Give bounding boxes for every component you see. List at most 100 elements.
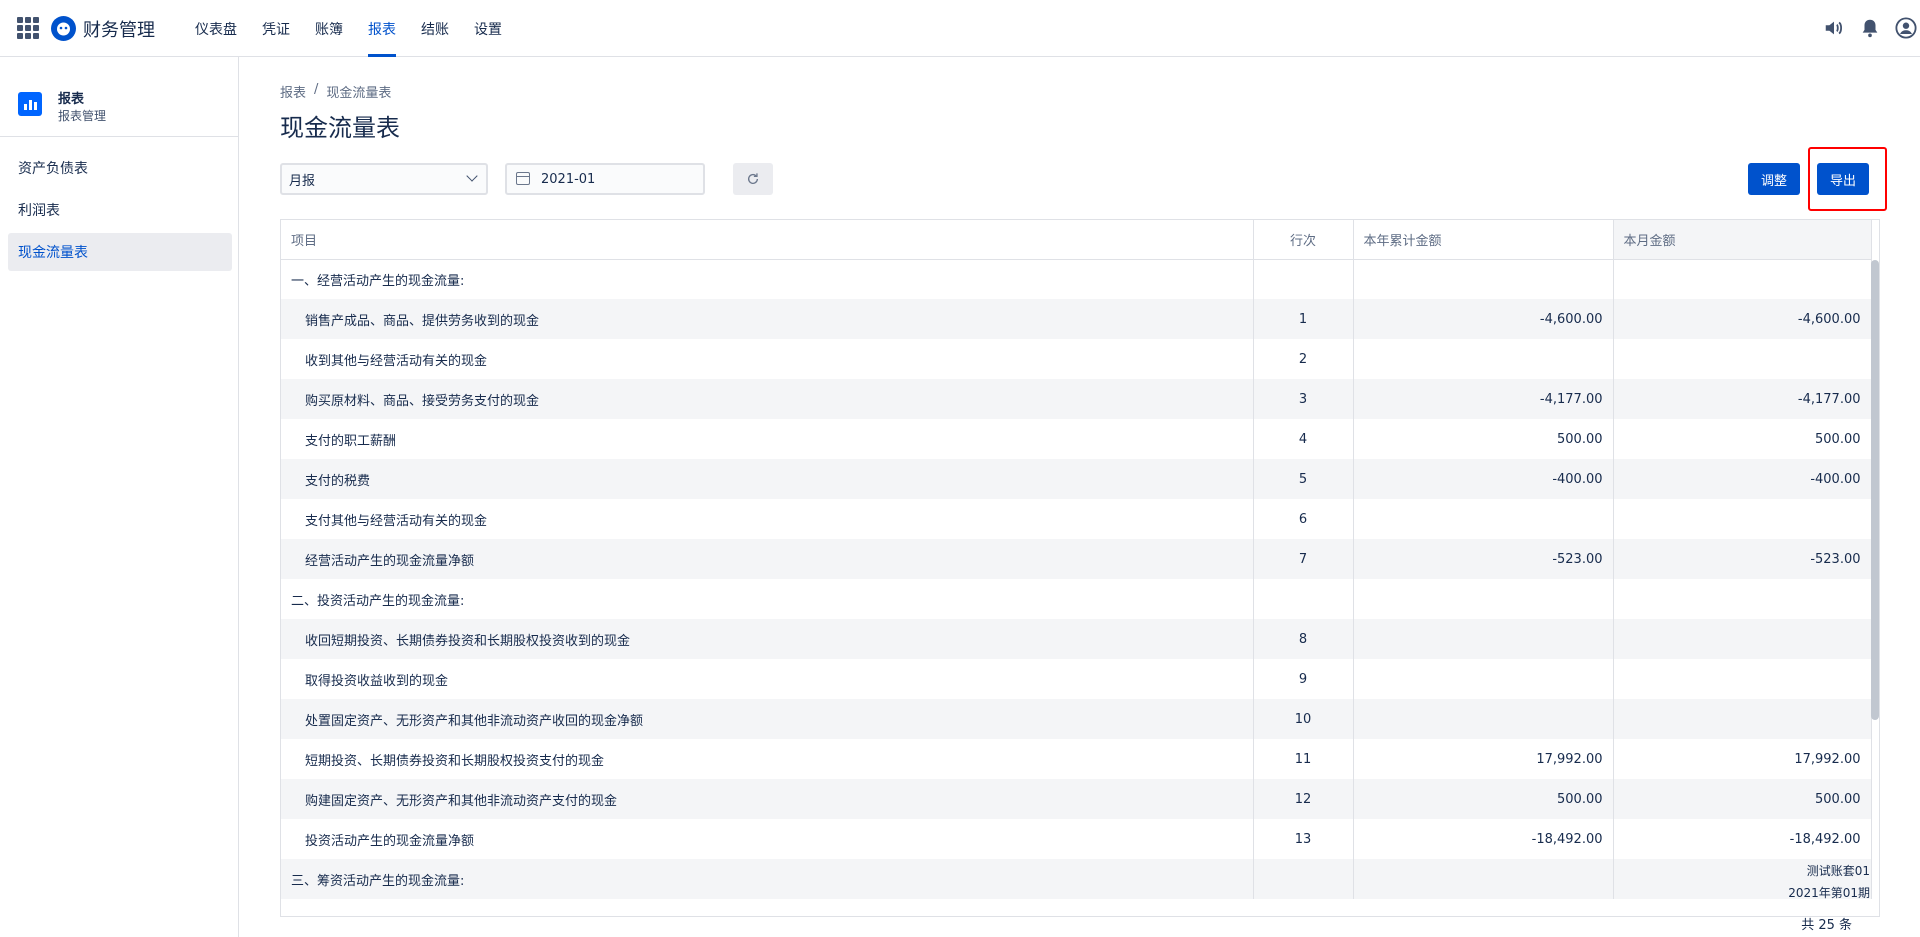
cell-item: 二、投资活动产生的现金流量: bbox=[281, 579, 1254, 619]
table-row: 取得投资收益收到的现金 9 bbox=[281, 659, 1872, 699]
cell-item: 购建固定资产、无形资产和其他非流动资产支付的现金 bbox=[281, 779, 1254, 819]
cell-item: 三、筹资活动产生的现金流量: bbox=[281, 859, 1254, 899]
speaker-icon[interactable] bbox=[1820, 14, 1848, 42]
nav-item-closing[interactable]: 结账 bbox=[413, 0, 457, 57]
main-nav: 仪表盘 凭证 账簿 报表 结账 设置 bbox=[187, 0, 519, 57]
breadcrumb-separator: / bbox=[314, 82, 319, 97]
table-row: 处置固定资产、无形资产和其他非流动资产收回的现金净额 10 bbox=[281, 699, 1872, 739]
footer-period: 2021年第01期 bbox=[1788, 886, 1870, 900]
cell-year bbox=[1353, 859, 1614, 899]
table-row: 支付的税费 5 -400.00 -400.00 bbox=[281, 459, 1872, 499]
period-type-select[interactable]: 月报 bbox=[280, 163, 488, 195]
cell-year: -4,177.00 bbox=[1353, 379, 1614, 419]
sidebar-item-income-statement[interactable]: 利润表 bbox=[8, 191, 232, 229]
cell-item: 取得投资收益收到的现金 bbox=[281, 659, 1254, 699]
refresh-button[interactable] bbox=[733, 163, 773, 195]
footer-account: 测试账套01 bbox=[1806, 864, 1870, 878]
cell-line bbox=[1253, 259, 1354, 299]
breadcrumb-parent[interactable]: 报表 bbox=[280, 82, 306, 101]
table-row: 三、筹资活动产生的现金流量: bbox=[281, 859, 1872, 899]
cell-year: -400.00 bbox=[1353, 459, 1614, 499]
cash-flow-table: 项目 行次 本年累计金额 本月金额 一、经营活动产生的现金流量: 销售产成品、商… bbox=[280, 219, 1880, 917]
cell-month: -4,600.00 bbox=[1613, 299, 1872, 339]
cell-year: -18,492.00 bbox=[1353, 819, 1614, 859]
app-brand-name[interactable]: 财务管理 bbox=[83, 16, 155, 42]
cell-line bbox=[1253, 859, 1354, 899]
cell-year bbox=[1353, 339, 1614, 379]
cell-item: 支付的税费 bbox=[281, 459, 1254, 499]
cell-line: 1 bbox=[1253, 299, 1354, 339]
cell-month bbox=[1613, 659, 1872, 699]
table-row: 收到其他与经营活动有关的现金 2 bbox=[281, 339, 1872, 379]
cell-month bbox=[1613, 499, 1872, 539]
page-title: 现金流量表 bbox=[280, 114, 400, 142]
nav-item-dashboard[interactable]: 仪表盘 bbox=[187, 0, 245, 57]
table-row: 支付其他与经营活动有关的现金 6 bbox=[281, 499, 1872, 539]
cell-month bbox=[1613, 579, 1872, 619]
top-icons bbox=[1812, 14, 1920, 42]
app-switcher-icon[interactable] bbox=[17, 17, 39, 39]
cell-line: 2 bbox=[1253, 339, 1354, 379]
nav-item-settings[interactable]: 设置 bbox=[466, 0, 510, 57]
cell-line: 6 bbox=[1253, 499, 1354, 539]
sidebar-item-balance-sheet[interactable]: 资产负债表 bbox=[8, 149, 232, 187]
cell-month bbox=[1613, 339, 1872, 379]
cell-item: 投资活动产生的现金流量净额 bbox=[281, 819, 1254, 859]
cell-year bbox=[1353, 699, 1614, 739]
cell-line: 10 bbox=[1253, 699, 1354, 739]
table-scrollbar[interactable] bbox=[1871, 260, 1879, 720]
bell-icon[interactable] bbox=[1856, 14, 1884, 42]
cell-item: 处置固定资产、无形资产和其他非流动资产收回的现金净额 bbox=[281, 699, 1254, 739]
cell-line: 8 bbox=[1253, 619, 1354, 659]
table-header-row: 项目 行次 本年累计金额 本月金额 bbox=[281, 220, 1872, 260]
date-value: 2021-01 bbox=[541, 171, 596, 187]
cell-item: 收到其他与经营活动有关的现金 bbox=[281, 339, 1254, 379]
cell-item: 经营活动产生的现金流量净额 bbox=[281, 539, 1254, 579]
cell-month: -4,177.00 bbox=[1613, 379, 1872, 419]
cell-line: 11 bbox=[1253, 739, 1354, 779]
date-picker[interactable]: 2021-01 bbox=[505, 163, 705, 195]
cell-line: 12 bbox=[1253, 779, 1354, 819]
cell-line: 5 bbox=[1253, 459, 1354, 499]
cell-year: -4,600.00 bbox=[1353, 299, 1614, 339]
nav-item-ledgers[interactable]: 账簿 bbox=[307, 0, 351, 57]
footer-total-count: 共 25 条 bbox=[1801, 918, 1852, 933]
table-row: 购建固定资产、无形资产和其他非流动资产支付的现金 12 500.00 500.00 bbox=[281, 779, 1872, 819]
table-row: 二、投资活动产生的现金流量: bbox=[281, 579, 1872, 619]
table-row: 收回短期投资、长期债券投资和长期股权投资收到的现金 8 bbox=[281, 619, 1872, 659]
calendar-icon bbox=[516, 172, 530, 185]
bar-chart-icon bbox=[18, 92, 42, 116]
cell-month: 500.00 bbox=[1613, 779, 1872, 819]
column-header-item: 项目 bbox=[281, 220, 1254, 260]
cell-year: 17,992.00 bbox=[1353, 739, 1614, 779]
column-header-line: 行次 bbox=[1253, 220, 1354, 260]
cell-item: 销售产成品、商品、提供劳务收到的现金 bbox=[281, 299, 1254, 339]
cell-item: 支付其他与经营活动有关的现金 bbox=[281, 499, 1254, 539]
user-avatar-icon[interactable] bbox=[1892, 14, 1920, 42]
nav-item-reports[interactable]: 报表 bbox=[360, 0, 404, 57]
cell-month: -523.00 bbox=[1613, 539, 1872, 579]
cell-month: -400.00 bbox=[1613, 459, 1872, 499]
table-row: 经营活动产生的现金流量净额 7 -523.00 -523.00 bbox=[281, 539, 1872, 579]
period-type-value: 月报 bbox=[289, 173, 316, 189]
breadcrumb-current[interactable]: 现金流量表 bbox=[326, 82, 391, 101]
sidebar-item-cash-flow[interactable]: 现金流量表 bbox=[8, 233, 232, 271]
table-row: 一、经营活动产生的现金流量: bbox=[281, 259, 1872, 299]
adjust-button[interactable]: 调整 bbox=[1748, 163, 1801, 195]
cell-year bbox=[1353, 619, 1614, 659]
column-header-month: 本月金额 bbox=[1613, 220, 1872, 260]
chevron-down-icon bbox=[466, 170, 478, 182]
sidebar: 报表 报表管理 资产负债表 利润表 现金流量表 bbox=[0, 57, 239, 937]
nav-item-vouchers[interactable]: 凭证 bbox=[254, 0, 298, 57]
cell-item: 支付的职工薪酬 bbox=[281, 419, 1254, 459]
table-row: 支付的职工薪酬 4 500.00 500.00 bbox=[281, 419, 1872, 459]
table-row: 销售产成品、商品、提供劳务收到的现金 1 -4,600.00 -4,600.00 bbox=[281, 299, 1872, 339]
export-button[interactable]: 导出 bbox=[1817, 163, 1870, 195]
cell-line bbox=[1253, 579, 1354, 619]
cell-month bbox=[1613, 699, 1872, 739]
cell-item: 一、经营活动产生的现金流量: bbox=[281, 259, 1254, 299]
cell-year: 500.00 bbox=[1353, 419, 1614, 459]
cell-month: 17,992.00 bbox=[1613, 739, 1872, 779]
table-row: 短期投资、长期债券投资和长期股权投资支付的现金 11 17,992.00 17,992… bbox=[281, 739, 1872, 779]
cell-month: 500.00 bbox=[1613, 419, 1872, 459]
